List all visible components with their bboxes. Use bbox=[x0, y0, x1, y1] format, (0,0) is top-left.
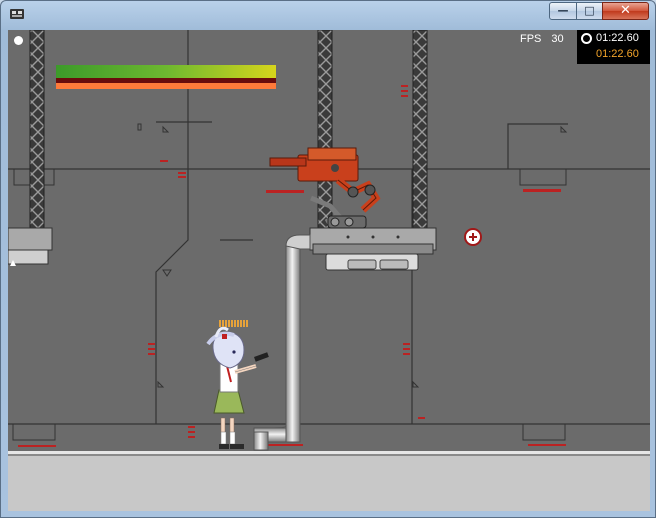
maximize-button[interactable]: □ bbox=[576, 2, 603, 20]
ammo-round bbox=[219, 320, 221, 327]
fps-counter: FPS 30 bbox=[520, 32, 574, 46]
platform-center bbox=[309, 227, 437, 271]
pipe bbox=[253, 234, 311, 451]
platform-left bbox=[8, 227, 53, 266]
truss-left bbox=[29, 30, 45, 229]
timer-current: 01:22.60 bbox=[596, 32, 639, 44]
game-scene bbox=[8, 30, 650, 511]
close-icon: ✕ bbox=[620, 3, 631, 18]
health-bar-fill bbox=[56, 65, 276, 78]
maximize-icon: □ bbox=[584, 4, 595, 17]
ammo-round bbox=[237, 320, 239, 327]
game-canvas[interactable]: FPS 30 01:22.60 01:22.60 bbox=[8, 30, 650, 511]
ammo-indicator bbox=[219, 320, 248, 327]
ammo-round bbox=[243, 320, 245, 327]
timer-panel: 01:22.60 01:22.60 bbox=[577, 30, 650, 64]
crosshair-icon bbox=[464, 228, 482, 246]
minimize-button[interactable]: — bbox=[549, 2, 577, 20]
timer-best: 01:22.60 bbox=[596, 48, 639, 60]
fps-value: 30 bbox=[551, 33, 564, 45]
title-bar[interactable]: — □ ✕ bbox=[1, 1, 655, 29]
close-button[interactable]: ✕ bbox=[602, 2, 649, 20]
truss-mid-left bbox=[317, 30, 333, 229]
ammo-round bbox=[222, 320, 224, 327]
floor bbox=[8, 451, 650, 511]
game-window: — □ ✕ FPS 30 01:22.60 01:22.60 bbox=[0, 0, 656, 518]
ammo-round bbox=[228, 320, 230, 327]
truss-mid-right bbox=[412, 30, 428, 229]
ammo-round bbox=[225, 320, 227, 327]
health-bar-low bbox=[56, 83, 276, 89]
status-indicator bbox=[14, 36, 23, 45]
health-bar-dark bbox=[56, 78, 276, 83]
ammo-round bbox=[246, 320, 248, 327]
health-bar bbox=[56, 65, 276, 89]
clock-icon bbox=[581, 33, 592, 44]
ammo-round bbox=[234, 320, 236, 327]
minimize-icon: — bbox=[557, 4, 569, 17]
fps-label: FPS bbox=[520, 33, 542, 45]
ammo-round bbox=[231, 320, 233, 327]
ammo-round bbox=[240, 320, 242, 327]
game-app-icon bbox=[10, 9, 24, 19]
